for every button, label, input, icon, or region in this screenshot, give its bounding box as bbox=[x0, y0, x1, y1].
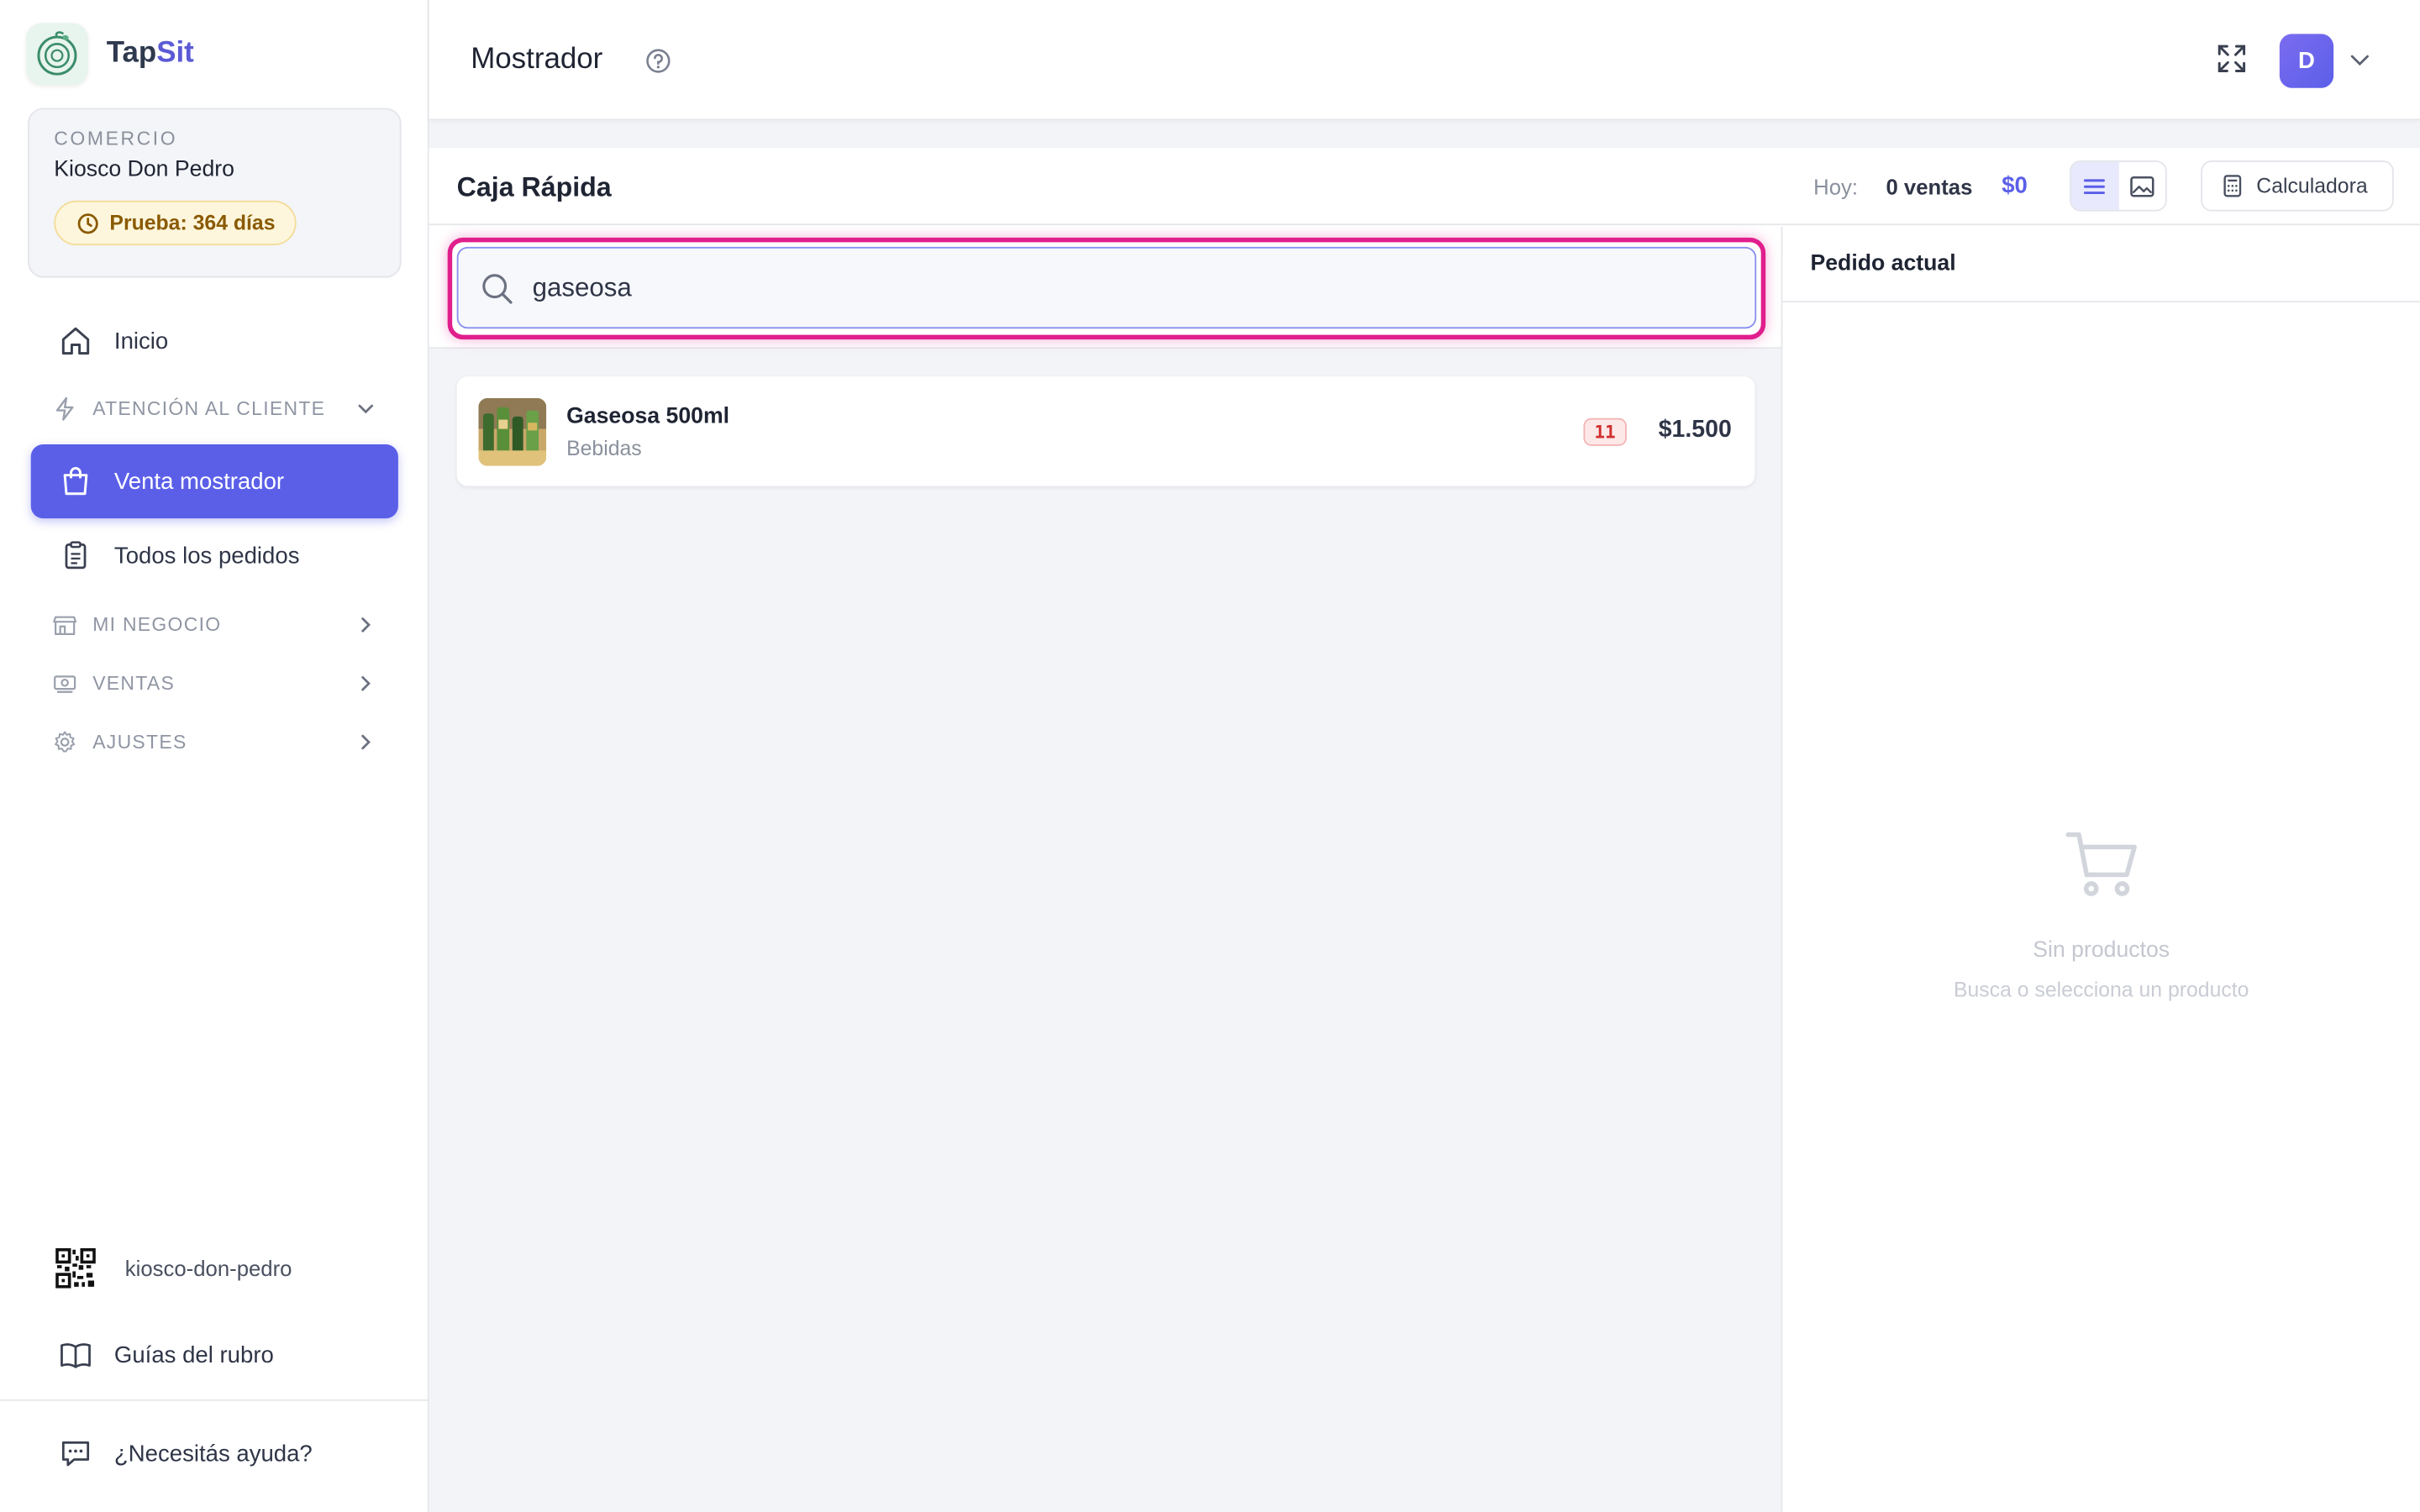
order-pane: Pedido actual Sin productos Busca o sele… bbox=[1781, 226, 2420, 1512]
bolt-icon bbox=[52, 396, 76, 421]
product-name: Gaseosa 500ml bbox=[566, 404, 730, 429]
chevron-right-icon bbox=[355, 732, 376, 753]
chevron-right-icon bbox=[355, 614, 376, 636]
tapsit-logo-icon bbox=[26, 23, 88, 86]
image-icon bbox=[2129, 176, 2154, 197]
sidebar: TapSit COMERCIO Kiosco Don Pedro Prueba:… bbox=[0, 0, 429, 1512]
qr-link[interactable]: kiosco-don-pedro bbox=[31, 1241, 398, 1296]
sidebar-item-inicio[interactable]: Inicio bbox=[31, 306, 398, 376]
help-link[interactable]: ¿Necesitás ayuda? bbox=[31, 1422, 398, 1483]
sidebar-section-mi-negocio[interactable]: MI NEGOCIO bbox=[31, 596, 398, 654]
order-header: Pedido actual bbox=[1782, 227, 2420, 302]
chevron-down-icon bbox=[355, 398, 376, 420]
pos-header: Caja Rápida Hoy: 0 ventas $0 Calculadora bbox=[429, 148, 2420, 226]
empty-cart: Sin productos Busca o selecciona un prod… bbox=[1782, 828, 2420, 1001]
list-item[interactable]: Gaseosa 500ml Bebidas 11 $1.500 bbox=[456, 376, 1755, 486]
guides-link[interactable]: Guías del rubro bbox=[31, 1324, 398, 1385]
book-icon bbox=[59, 1337, 92, 1371]
gear-icon bbox=[52, 730, 76, 754]
calculator-button[interactable]: Calculadora bbox=[2201, 160, 2394, 212]
cash-icon bbox=[52, 671, 76, 696]
sidebar-item-venta-mostrador[interactable]: Venta mostrador bbox=[30, 444, 398, 519]
shopping-cart-icon bbox=[2065, 832, 2137, 896]
clock-icon bbox=[77, 213, 98, 234]
empty-cart-subtitle: Busca o selecciona un producto bbox=[1953, 978, 2249, 1002]
product-pane: Gaseosa 500ml Bebidas 11 $1.500 bbox=[429, 226, 1781, 1512]
sidebar-item-label: Venta mostrador bbox=[113, 468, 285, 495]
top-bar: Mostrador D bbox=[429, 0, 2420, 121]
view-toggle bbox=[2070, 160, 2167, 212]
sidebar-divider bbox=[0, 1399, 429, 1401]
qr-code-icon bbox=[55, 1247, 96, 1289]
product-image bbox=[478, 397, 547, 466]
pos-title: Caja Rápida bbox=[456, 171, 612, 202]
sidebar-item-label: Todos los pedidos bbox=[113, 542, 300, 569]
fullscreen-icon[interactable] bbox=[2217, 43, 2248, 81]
page-title: Mostrador bbox=[471, 43, 603, 76]
main-content: Mostrador D Caja Rápida Hoy: 0 ventas $0 bbox=[429, 0, 2420, 1512]
sidebar-section-ajustes[interactable]: AJUSTES bbox=[31, 713, 398, 772]
search-area bbox=[429, 226, 1781, 349]
today-sales-total: $0 bbox=[2002, 172, 2028, 199]
user-avatar[interactable]: D bbox=[2279, 34, 2334, 88]
list-icon bbox=[2084, 178, 2106, 194]
qr-slug: kiosco-don-pedro bbox=[124, 1256, 292, 1281]
trial-badge: Prueba: 364 días bbox=[54, 200, 297, 246]
help-circle-icon[interactable] bbox=[645, 48, 671, 81]
calculator-icon bbox=[2223, 175, 2242, 197]
list-view-button[interactable] bbox=[2070, 161, 2118, 210]
chevron-down-icon[interactable] bbox=[2349, 50, 2371, 79]
store-name: Kiosco Don Pedro bbox=[54, 157, 234, 182]
brand-name: TapSit bbox=[106, 37, 194, 70]
clipboard-icon bbox=[59, 538, 92, 572]
product-category: Bebidas bbox=[566, 436, 642, 460]
store-card: COMERCIO Kiosco Don Pedro Prueba: 364 dí… bbox=[28, 108, 402, 278]
stock-badge: 11 bbox=[1583, 417, 1627, 446]
sidebar-section-atencion[interactable]: ATENCIÓN AL CLIENTE bbox=[31, 380, 398, 438]
sidebar-item-todos-pedidos[interactable]: Todos los pedidos bbox=[31, 518, 398, 592]
shopping-bag-icon bbox=[59, 465, 92, 498]
chat-bubble-icon bbox=[59, 1436, 92, 1470]
empty-cart-title: Sin productos bbox=[2033, 937, 2170, 963]
sidebar-section-ventas[interactable]: VENTAS bbox=[31, 654, 398, 713]
store-caption: COMERCIO bbox=[54, 128, 178, 150]
search-input[interactable] bbox=[532, 272, 1706, 303]
sidebar-item-label: Inicio bbox=[113, 328, 169, 354]
today-sales-count: 0 ventas bbox=[1886, 174, 1973, 199]
chevron-right-icon bbox=[355, 673, 376, 695]
sidebar-nav: Inicio ATENCIÓN AL CLIENTE Venta mostrad… bbox=[30, 306, 398, 772]
order-title: Pedido actual bbox=[1810, 251, 1956, 276]
pos-panel: Caja Rápida Hoy: 0 ventas $0 Calculadora bbox=[429, 148, 2420, 1512]
store-icon bbox=[52, 612, 77, 637]
grid-view-button[interactable] bbox=[2118, 162, 2165, 210]
search-icon bbox=[482, 273, 513, 303]
search-box[interactable] bbox=[456, 246, 1757, 329]
brand[interactable]: TapSit bbox=[26, 23, 194, 86]
today-label: Hoy: bbox=[1813, 174, 1859, 199]
home-icon bbox=[59, 324, 92, 358]
product-price: $1.500 bbox=[1658, 416, 1732, 444]
